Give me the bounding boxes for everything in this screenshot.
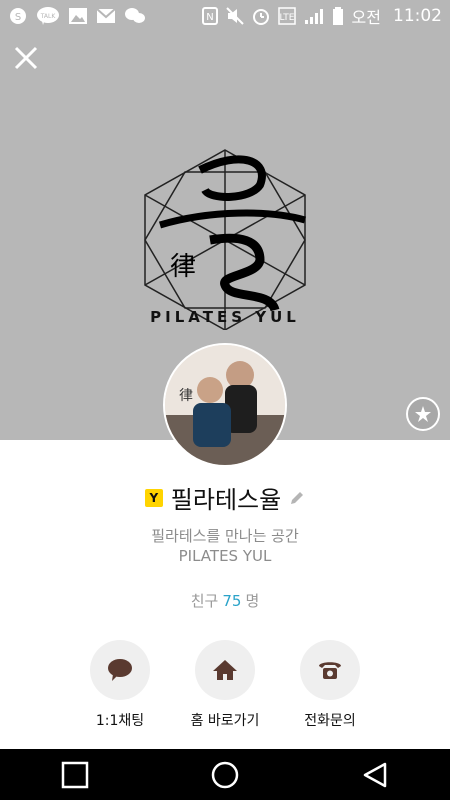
svg-text:LTE: LTE [279, 13, 294, 23]
profile-status-message: 필라테스를 만나는 공간 PILATES YUL [0, 526, 450, 566]
profile-name-row: Y 필라테스율 [0, 480, 450, 515]
friends-unit: 명 [245, 592, 260, 610]
star-icon [415, 406, 431, 422]
svg-text:TALK: TALK [40, 13, 57, 20]
kakaotalk-icon: TALK [36, 6, 60, 26]
battery-icon [332, 6, 344, 26]
phone-button-label: 전화문의 [304, 713, 356, 729]
square-icon [61, 761, 89, 788]
recent-apps-button[interactable] [55, 755, 95, 795]
nfc-icon: N [201, 7, 218, 25]
chat-bubble-icon [108, 659, 132, 681]
chat-button-circle[interactable] [90, 640, 150, 700]
status-line-2: PILATES YUL [178, 547, 272, 565]
close-icon [14, 46, 38, 70]
home-icon [213, 660, 237, 680]
action-buttons: 1:1채팅 홈 바로가기 전화문의 [0, 640, 450, 730]
mail-icon [96, 8, 116, 24]
friends-label: 친구 [190, 592, 219, 610]
svg-text:律: 律 [170, 252, 196, 282]
friends-number: 75 [222, 592, 242, 610]
alarm-icon [252, 7, 270, 25]
chat-icon [124, 6, 146, 26]
phone-inquiry-button[interactable]: 전화문의 [270, 640, 390, 730]
network-icon: LTE [277, 7, 296, 25]
phone-button-circle[interactable] [300, 640, 360, 700]
svg-text:律: 律 [179, 388, 193, 404]
favorite-button[interactable] [406, 397, 440, 431]
brand-wordmark: PILATES YUL [150, 308, 300, 326]
profile-name: 필라테스율 [170, 486, 282, 514]
friends-count: 친구 75 명 [0, 590, 450, 611]
clock-ampm: 오전 [351, 8, 381, 27]
brand-logo: 律 [130, 140, 320, 331]
edit-pencil-icon[interactable] [289, 490, 305, 506]
clock-time: 11:02 [393, 6, 442, 26]
notification-icons: S TALK [8, 6, 146, 26]
svg-text:S: S [15, 12, 21, 23]
home-button-label: 홈 바로가기 [190, 713, 260, 729]
system-icons: N LTE 오전 11:02 [201, 4, 442, 28]
profile-avatar[interactable]: 律 [163, 343, 287, 467]
back-nav-button[interactable] [355, 755, 395, 795]
svg-text:N: N [206, 12, 213, 23]
home-nav-button[interactable] [205, 755, 245, 795]
chat-button[interactable]: 1:1채팅 [60, 640, 180, 730]
status-bar: S TALK N LTE 오전 11:02 [0, 0, 450, 32]
back-triangle-icon [363, 762, 387, 787]
home-shortcut-button[interactable]: 홈 바로가기 [165, 640, 285, 730]
status-line-1: 필라테스를 만나는 공간 [151, 527, 299, 545]
circle-icon [211, 761, 239, 788]
official-badge: Y [144, 488, 163, 507]
close-button[interactable] [10, 42, 42, 74]
home-button-circle[interactable] [195, 640, 255, 700]
kakao-story-icon: S [8, 6, 28, 26]
phone-icon [319, 662, 341, 679]
image-icon [68, 7, 88, 25]
signal-icon [304, 7, 324, 25]
system-nav-bar [0, 749, 450, 800]
mute-icon [225, 7, 244, 25]
chat-button-label: 1:1채팅 [95, 713, 145, 729]
